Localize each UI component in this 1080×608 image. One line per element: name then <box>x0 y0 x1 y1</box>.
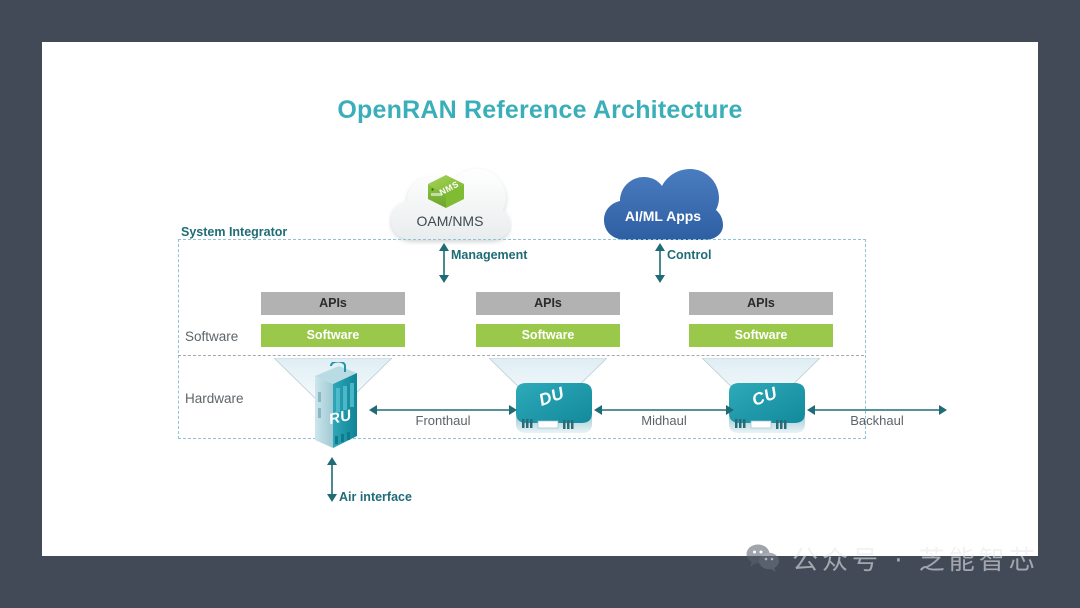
ru-stack: APIs Software <box>261 292 405 347</box>
du-apis-bar[interactable]: APIs <box>476 292 620 315</box>
backhaul-link: Backhaul <box>807 403 947 428</box>
air-interface-label: Air interface <box>339 490 412 504</box>
nms-server-box-icon: NMS <box>424 172 468 216</box>
system-integrator-label: System Integrator <box>181 225 288 239</box>
slide-card: OpenRAN Reference Architecture NMS OAM/N… <box>42 42 1038 556</box>
midhaul-link: Midhaul <box>594 403 734 428</box>
fronthaul-link: Fronthaul <box>369 403 517 428</box>
cu-device[interactable]: CU <box>721 374 813 446</box>
software-hardware-divider <box>178 355 864 356</box>
cloud-shape-blue-icon <box>604 169 723 240</box>
ru-radio-unit-icon <box>315 360 357 448</box>
ru-apis-bar[interactable]: APIs <box>261 292 405 315</box>
ai-ml-label: AI/ML Apps <box>624 208 702 224</box>
hardware-row-label: Hardware <box>185 391 244 406</box>
cu-apis-bar[interactable]: APIs <box>689 292 833 315</box>
oam-nms-label: OAM/NMS <box>416 213 484 229</box>
cu-software-bar[interactable]: Software <box>689 324 833 347</box>
software-row-label: Software <box>185 329 239 344</box>
ru-software-bar[interactable]: Software <box>261 324 405 347</box>
cu-stack: APIs Software <box>689 292 833 347</box>
du-device[interactable]: DU <box>508 374 600 446</box>
oam-nms-cloud[interactable]: NMS OAM/NMS <box>388 160 512 245</box>
fronthaul-link-label: Fronthaul <box>415 413 471 428</box>
page-title: OpenRAN Reference Architecture <box>337 96 743 124</box>
ru-device[interactable]: RU <box>305 360 367 454</box>
watermark: 公众号 · 芝能智芯 <box>746 537 1039 579</box>
du-software-bar[interactable]: Software <box>476 324 620 347</box>
ai-ml-cloud[interactable]: AI/ML Apps <box>601 160 725 245</box>
midhaul-link-label: Midhaul <box>641 413 687 428</box>
backhaul-link-label: Backhaul <box>850 413 904 428</box>
wechat-icon <box>746 544 779 572</box>
air-interface-link: Air interface <box>325 457 412 504</box>
du-stack: APIs Software <box>476 292 620 347</box>
double-arrow-vertical-icon <box>327 457 337 502</box>
watermark-text: 公众号 · 芝能智芯 <box>792 545 1039 576</box>
